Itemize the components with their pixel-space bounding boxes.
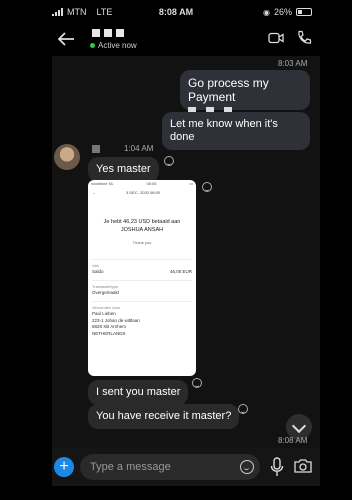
receipt-thanks: Thank you [132, 240, 152, 246]
receipt-status-bar: vodafone NL 08:05 ▭ [88, 180, 196, 188]
microphone-icon[interactable] [270, 457, 284, 477]
battery-icon [296, 8, 312, 16]
add-attachment-button[interactable]: + [54, 457, 74, 477]
incoming-message[interactable]: I sent you master [88, 380, 189, 406]
incoming-message[interactable]: Yes master [88, 157, 159, 183]
phone-call-icon[interactable] [296, 30, 312, 46]
receipt-type-section: Transactietype Overgemaakt [92, 280, 192, 297]
redacted-sender [92, 144, 100, 153]
camera-icon[interactable] [294, 458, 312, 474]
receipt-carrier: vodafone NL [91, 181, 114, 186]
receipt-from-row: Saldo 46,00 EUR [92, 269, 192, 276]
message-text: Let me know when it's done [170, 118, 278, 144]
receipt-back-icon: ← [92, 190, 96, 195]
message-text: You have receive it master? [96, 410, 232, 422]
reaction-icon[interactable] [164, 156, 174, 166]
message-text: I sent you master [96, 386, 181, 398]
receipt-date: 3 DEC. 2020 08:00 [126, 190, 161, 195]
back-arrow-icon[interactable] [56, 30, 76, 48]
contact-name-redacted[interactable] [92, 29, 124, 37]
presence-status: Active now [90, 41, 137, 50]
message-list[interactable]: 8:03 AM Go process my Payment Let me kno… [52, 56, 320, 448]
timestamp: 1:04 AM [124, 144, 154, 153]
receipt-sender-section: Verzonden door Paul Lieben 223-1 Johan d… [92, 300, 192, 338]
receipt-from-account: Saldo [92, 269, 104, 275]
sender-avatar[interactable] [54, 144, 80, 170]
receipt-paid-line: Je hebt 46,23 USD betaald aan [103, 219, 181, 225]
presence-label: Active now [98, 41, 137, 50]
status-right: ◉ 26% [263, 7, 312, 17]
message-text: Go process my Payment [188, 76, 269, 105]
chat-header: Active now [52, 24, 320, 54]
timestamp: 8:03 AM [278, 59, 308, 68]
reaction-icon[interactable] [238, 404, 248, 414]
incoming-message[interactable]: You have receive it master? [88, 404, 240, 430]
receipt-sender-postcode: 6828 XB Arnhem [92, 324, 127, 330]
online-dot-icon [90, 43, 95, 48]
battery-percent: 26% [273, 7, 292, 17]
receipt-sender-name: Paul Lieben [92, 310, 116, 316]
reaction-icon[interactable] [192, 378, 202, 388]
receipt-paid-text: Je hebt 46,23 USD betaald aan JOSHUA ANS… [88, 219, 196, 234]
receipt-sender-address: 223-1 Johan de wittlaan [92, 317, 140, 323]
receipt-status-time: 08:05 [146, 181, 157, 186]
video-call-icon[interactable] [268, 32, 284, 44]
status-bar: MTN LTE 8:08 AM ◉ 26% [0, 0, 352, 24]
receipt-battery-icon: ▭ [189, 181, 193, 186]
outgoing-message[interactable]: Go process my Payment [180, 70, 310, 115]
receipt-sender-country: NETHERLANDS [92, 331, 126, 337]
receipt-from-amount: 46,00 EUR [169, 269, 192, 275]
receipt-from-section: Van Saldo 46,00 EUR [92, 259, 192, 276]
timestamp: 8:08 AM [278, 436, 308, 445]
message-input[interactable] [80, 454, 260, 480]
orientation-lock-icon: ◉ [263, 7, 270, 17]
emoji-icon[interactable] [240, 460, 254, 474]
compose-bar: + [52, 448, 320, 486]
receipt-type-value: Overgemaakt [92, 290, 120, 296]
reaction-icon[interactable] [202, 182, 212, 192]
receipt-header: ← 3 DEC. 2020 08:00 [88, 188, 196, 197]
outgoing-message[interactable]: Let me know when it's done [162, 112, 310, 151]
receipt-image[interactable]: vodafone NL 08:05 ▭ ← 3 DEC. 2020 08:00 … [88, 180, 196, 376]
incoming-header: 1:04 AM [92, 144, 153, 153]
message-text: Yes master [96, 163, 151, 175]
receipt-payee: JOSHUA ANSAH [120, 226, 164, 233]
